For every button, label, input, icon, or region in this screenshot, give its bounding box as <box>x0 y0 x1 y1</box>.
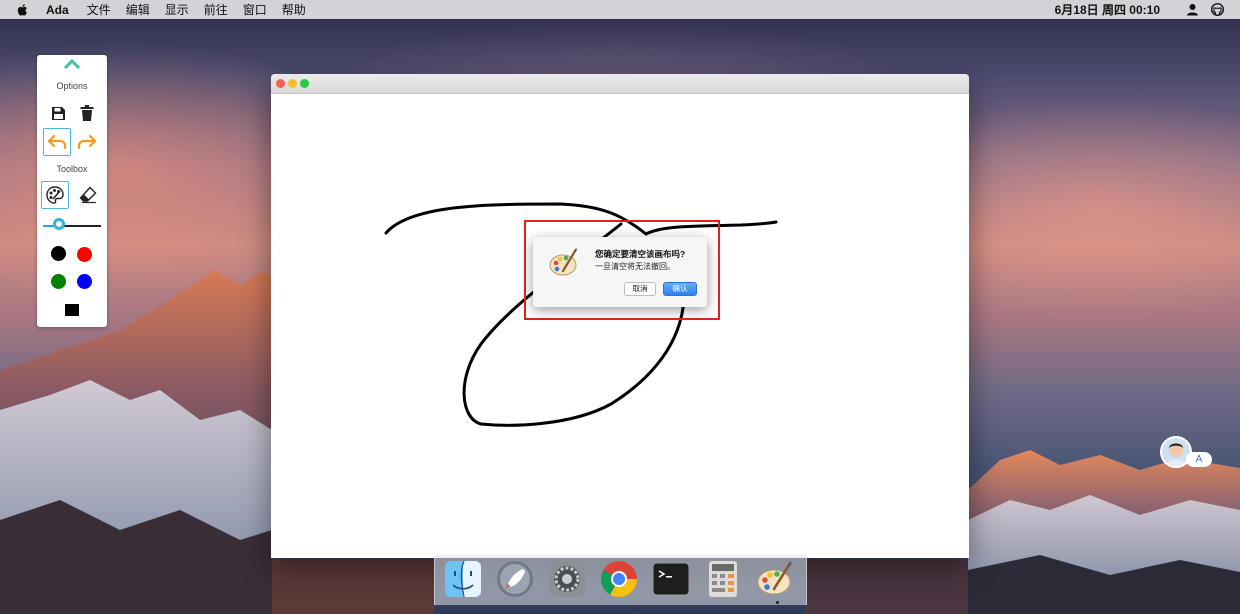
undo-icon <box>47 134 67 150</box>
save-icon <box>51 106 65 120</box>
options-label: Options <box>56 81 88 91</box>
finder-icon[interactable] <box>443 559 483 599</box>
color-swatch-black[interactable] <box>51 246 66 261</box>
dialog-message: 一旦清空将无法撤回。 <box>595 262 675 271</box>
paint-app-icon <box>549 248 577 276</box>
user-avatar-widget[interactable]: A <box>1160 436 1212 468</box>
toolbox-label: Toolbox <box>56 164 88 174</box>
color-swatch-red[interactable] <box>77 247 92 262</box>
cancel-button[interactable]: 取消 <box>624 282 656 296</box>
input-method-badge[interactable]: A <box>1186 452 1212 467</box>
clear-canvas-button[interactable] <box>73 99 101 127</box>
launchpad-icon[interactable] <box>495 559 535 599</box>
menu-file[interactable]: 文件 <box>87 1 111 18</box>
canvas-strokes <box>384 202 778 427</box>
dock <box>434 554 807 605</box>
menu-view[interactable]: 显示 <box>165 1 189 18</box>
confirm-clear-dialog: 您确定要清空该画布吗? 一旦清空将无法撤回。 取消 确认 <box>533 237 707 307</box>
tool-panel: Options Toolbox <box>37 55 107 327</box>
menu-edit[interactable]: 编辑 <box>126 1 150 18</box>
palette-icon <box>46 186 64 204</box>
confirm-button[interactable]: 确认 <box>663 282 697 296</box>
undo-button[interactable] <box>43 128 71 156</box>
menu-bar: Ada 文件 编辑 显示 前往 窗口 帮助 6月18日 周四 00:10 <box>0 0 1240 19</box>
brush-tool-button[interactable] <box>41 181 69 209</box>
dialog-title: 您确定要清空该画布吗? <box>595 249 686 259</box>
github-icon[interactable] <box>1211 3 1224 16</box>
brush-size-knob[interactable] <box>53 218 65 230</box>
color-swatch-blue[interactable] <box>77 274 92 289</box>
menubar-clock[interactable]: 6月18日 周四 00:10 <box>1055 1 1160 18</box>
user-icon[interactable] <box>1186 3 1199 16</box>
system-preferences-icon[interactable] <box>547 559 587 599</box>
chevron-up-icon[interactable] <box>64 59 80 69</box>
menu-go[interactable]: 前往 <box>204 1 228 18</box>
eraser-icon <box>79 186 97 204</box>
redo-button[interactable] <box>73 128 101 156</box>
chrome-icon[interactable] <box>599 559 639 599</box>
paint-app-icon[interactable] <box>755 559 795 599</box>
drawing-window <box>271 74 969 558</box>
menu-help[interactable]: 帮助 <box>282 1 306 18</box>
brush-size-slider[interactable] <box>43 225 101 227</box>
current-color-indicator[interactable] <box>65 304 79 316</box>
apple-logo-icon[interactable] <box>16 3 30 17</box>
terminal-icon[interactable] <box>651 559 691 599</box>
save-button[interactable] <box>44 99 72 127</box>
color-swatch-green[interactable] <box>51 274 66 289</box>
trash-icon <box>80 105 94 121</box>
eraser-tool-button[interactable] <box>74 181 102 209</box>
app-menu-title[interactable]: Ada <box>46 3 69 17</box>
menu-window[interactable]: 窗口 <box>243 1 267 18</box>
redo-icon <box>77 134 97 150</box>
running-indicator <box>776 601 779 604</box>
calculator-icon[interactable] <box>703 559 743 599</box>
